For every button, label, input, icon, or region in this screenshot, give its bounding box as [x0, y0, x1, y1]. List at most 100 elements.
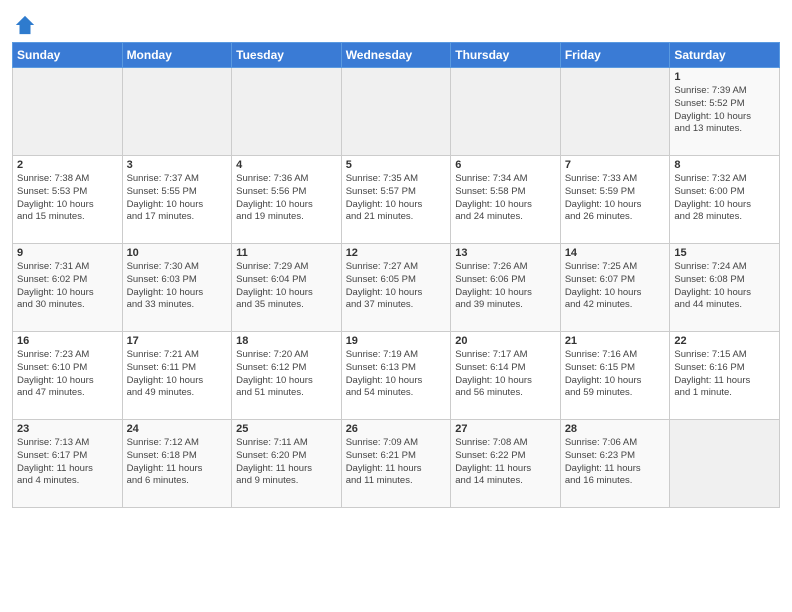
day-number: 22	[674, 335, 775, 347]
day-info: Sunrise: 7:15 AM Sunset: 6:16 PM Dayligh…	[674, 349, 775, 400]
calendar-cell: 19Sunrise: 7:19 AM Sunset: 6:13 PM Dayli…	[341, 332, 451, 420]
calendar-cell: 20 Sunrise: 7:17 AM Sunset: 6:14 PM Dayli…	[451, 332, 561, 420]
calendar-cell: 11Sunrise: 7:29 AM Sunset: 6:04 PM Dayli…	[232, 244, 342, 332]
day-number: 5	[346, 159, 447, 171]
logo	[12, 14, 36, 36]
calendar-cell: 23 Sunrise: 7:13 AM Sunset: 6:17 PM Dayli…	[13, 420, 123, 508]
day-info: Sunrise: 7:12 AM Sunset: 6:18 PM Dayligh…	[127, 437, 228, 488]
calendar-cell: 14 Sunrise: 7:25 AM Sunset: 6:07 PM Dayli…	[560, 244, 670, 332]
header	[12, 10, 780, 36]
calendar-cell	[13, 68, 123, 156]
day-info: Sunrise: 7:17 AM Sunset: 6:14 PM Dayligh…	[455, 349, 556, 400]
day-info: Sunrise: 7:20 AM Sunset: 6:12 PM Dayligh…	[236, 349, 337, 400]
weekday-header-sunday: Sunday	[13, 43, 123, 68]
day-info: Sunrise: 7:36 AM Sunset: 5:56 PM Dayligh…	[236, 173, 337, 224]
calendar-cell: 28 Sunrise: 7:06 AM Sunset: 6:23 PM Dayli…	[560, 420, 670, 508]
day-info: Sunrise: 7:27 AM Sunset: 6:05 PM Dayligh…	[346, 261, 447, 312]
calendar-cell: 24 Sunrise: 7:12 AM Sunset: 6:18 PM Dayli…	[122, 420, 232, 508]
calendar-cell: 1Sunrise: 7:39 AM Sunset: 5:52 PM Daylig…	[670, 68, 780, 156]
calendar-cell: 6 Sunrise: 7:34 AM Sunset: 5:58 PM Daylig…	[451, 156, 561, 244]
weekday-header-saturday: Saturday	[670, 43, 780, 68]
calendar-cell	[560, 68, 670, 156]
calendar-cell	[670, 420, 780, 508]
weekday-header-thursday: Thursday	[451, 43, 561, 68]
calendar-cell	[122, 68, 232, 156]
calendar-cell: 3Sunrise: 7:37 AM Sunset: 5:55 PM Daylig…	[122, 156, 232, 244]
day-number: 6	[455, 159, 556, 171]
day-info: Sunrise: 7:25 AM Sunset: 6:07 PM Dayligh…	[565, 261, 666, 312]
day-number: 27	[455, 423, 556, 435]
calendar-cell: 17 Sunrise: 7:21 AM Sunset: 6:11 PM Dayli…	[122, 332, 232, 420]
calendar-cell: 12 Sunrise: 7:27 AM Sunset: 6:05 PM Dayli…	[341, 244, 451, 332]
calendar-table: SundayMondayTuesdayWednesdayThursdayFrid…	[12, 42, 780, 508]
day-info: Sunrise: 7:33 AM Sunset: 5:59 PM Dayligh…	[565, 173, 666, 224]
day-number: 25	[236, 423, 337, 435]
calendar-cell: 18Sunrise: 7:20 AM Sunset: 6:12 PM Dayli…	[232, 332, 342, 420]
week-row-4: 23 Sunrise: 7:13 AM Sunset: 6:17 PM Dayli…	[13, 420, 780, 508]
day-number: 15	[674, 247, 775, 259]
calendar-cell: 5 Sunrise: 7:35 AM Sunset: 5:57 PM Daylig…	[341, 156, 451, 244]
calendar-cell: 9Sunrise: 7:31 AM Sunset: 6:02 PM Daylig…	[13, 244, 123, 332]
day-info: Sunrise: 7:13 AM Sunset: 6:17 PM Dayligh…	[17, 437, 118, 488]
calendar-cell	[451, 68, 561, 156]
calendar-header: SundayMondayTuesdayWednesdayThursdayFrid…	[13, 43, 780, 68]
week-row-1: 2 Sunrise: 7:38 AM Sunset: 5:53 PM Daylig…	[13, 156, 780, 244]
calendar-cell: 15 Sunrise: 7:24 AM Sunset: 6:08 PM Dayli…	[670, 244, 780, 332]
weekday-header-tuesday: Tuesday	[232, 43, 342, 68]
calendar-container: SundayMondayTuesdayWednesdayThursdayFrid…	[0, 0, 792, 518]
day-number: 14	[565, 247, 666, 259]
day-info: Sunrise: 7:38 AM Sunset: 5:53 PM Dayligh…	[17, 173, 118, 224]
week-row-0: 1Sunrise: 7:39 AM Sunset: 5:52 PM Daylig…	[13, 68, 780, 156]
day-info: Sunrise: 7:34 AM Sunset: 5:58 PM Dayligh…	[455, 173, 556, 224]
calendar-body: 1Sunrise: 7:39 AM Sunset: 5:52 PM Daylig…	[13, 68, 780, 508]
calendar-cell: 4 Sunrise: 7:36 AM Sunset: 5:56 PM Daylig…	[232, 156, 342, 244]
calendar-cell: 25 Sunrise: 7:11 AM Sunset: 6:20 PM Dayli…	[232, 420, 342, 508]
day-number: 1	[674, 71, 775, 83]
day-number: 13	[455, 247, 556, 259]
day-number: 9	[17, 247, 118, 259]
day-number: 23	[17, 423, 118, 435]
calendar-cell: 27 Sunrise: 7:08 AM Sunset: 6:22 PM Dayli…	[451, 420, 561, 508]
calendar-cell: 16 Sunrise: 7:23 AM Sunset: 6:10 PM Dayli…	[13, 332, 123, 420]
day-number: 17	[127, 335, 228, 347]
day-info: Sunrise: 7:29 AM Sunset: 6:04 PM Dayligh…	[236, 261, 337, 312]
calendar-cell	[232, 68, 342, 156]
day-number: 19	[346, 335, 447, 347]
day-number: 28	[565, 423, 666, 435]
day-number: 26	[346, 423, 447, 435]
day-info: Sunrise: 7:11 AM Sunset: 6:20 PM Dayligh…	[236, 437, 337, 488]
weekday-row: SundayMondayTuesdayWednesdayThursdayFrid…	[13, 43, 780, 68]
calendar-cell: 8Sunrise: 7:32 AM Sunset: 6:00 PM Daylig…	[670, 156, 780, 244]
day-info: Sunrise: 7:09 AM Sunset: 6:21 PM Dayligh…	[346, 437, 447, 488]
day-info: Sunrise: 7:35 AM Sunset: 5:57 PM Dayligh…	[346, 173, 447, 224]
calendar-cell: 21Sunrise: 7:16 AM Sunset: 6:15 PM Dayli…	[560, 332, 670, 420]
day-number: 10	[127, 247, 228, 259]
day-number: 2	[17, 159, 118, 171]
calendar-cell: 10 Sunrise: 7:30 AM Sunset: 6:03 PM Dayli…	[122, 244, 232, 332]
day-info: Sunrise: 7:16 AM Sunset: 6:15 PM Dayligh…	[565, 349, 666, 400]
day-info: Sunrise: 7:23 AM Sunset: 6:10 PM Dayligh…	[17, 349, 118, 400]
logo-icon	[14, 14, 36, 36]
calendar-cell: 7 Sunrise: 7:33 AM Sunset: 5:59 PM Daylig…	[560, 156, 670, 244]
calendar-cell	[341, 68, 451, 156]
week-row-3: 16 Sunrise: 7:23 AM Sunset: 6:10 PM Dayli…	[13, 332, 780, 420]
calendar-cell: 13 Sunrise: 7:26 AM Sunset: 6:06 PM Dayli…	[451, 244, 561, 332]
day-info: Sunrise: 7:30 AM Sunset: 6:03 PM Dayligh…	[127, 261, 228, 312]
day-number: 7	[565, 159, 666, 171]
day-info: Sunrise: 7:08 AM Sunset: 6:22 PM Dayligh…	[455, 437, 556, 488]
day-info: Sunrise: 7:32 AM Sunset: 6:00 PM Dayligh…	[674, 173, 775, 224]
weekday-header-monday: Monday	[122, 43, 232, 68]
day-number: 4	[236, 159, 337, 171]
day-info: Sunrise: 7:21 AM Sunset: 6:11 PM Dayligh…	[127, 349, 228, 400]
day-info: Sunrise: 7:26 AM Sunset: 6:06 PM Dayligh…	[455, 261, 556, 312]
day-number: 16	[17, 335, 118, 347]
day-number: 20	[455, 335, 556, 347]
day-info: Sunrise: 7:24 AM Sunset: 6:08 PM Dayligh…	[674, 261, 775, 312]
day-number: 3	[127, 159, 228, 171]
day-info: Sunrise: 7:06 AM Sunset: 6:23 PM Dayligh…	[565, 437, 666, 488]
day-number: 12	[346, 247, 447, 259]
day-number: 24	[127, 423, 228, 435]
calendar-cell: 26 Sunrise: 7:09 AM Sunset: 6:21 PM Dayli…	[341, 420, 451, 508]
weekday-header-friday: Friday	[560, 43, 670, 68]
calendar-cell: 2 Sunrise: 7:38 AM Sunset: 5:53 PM Daylig…	[13, 156, 123, 244]
